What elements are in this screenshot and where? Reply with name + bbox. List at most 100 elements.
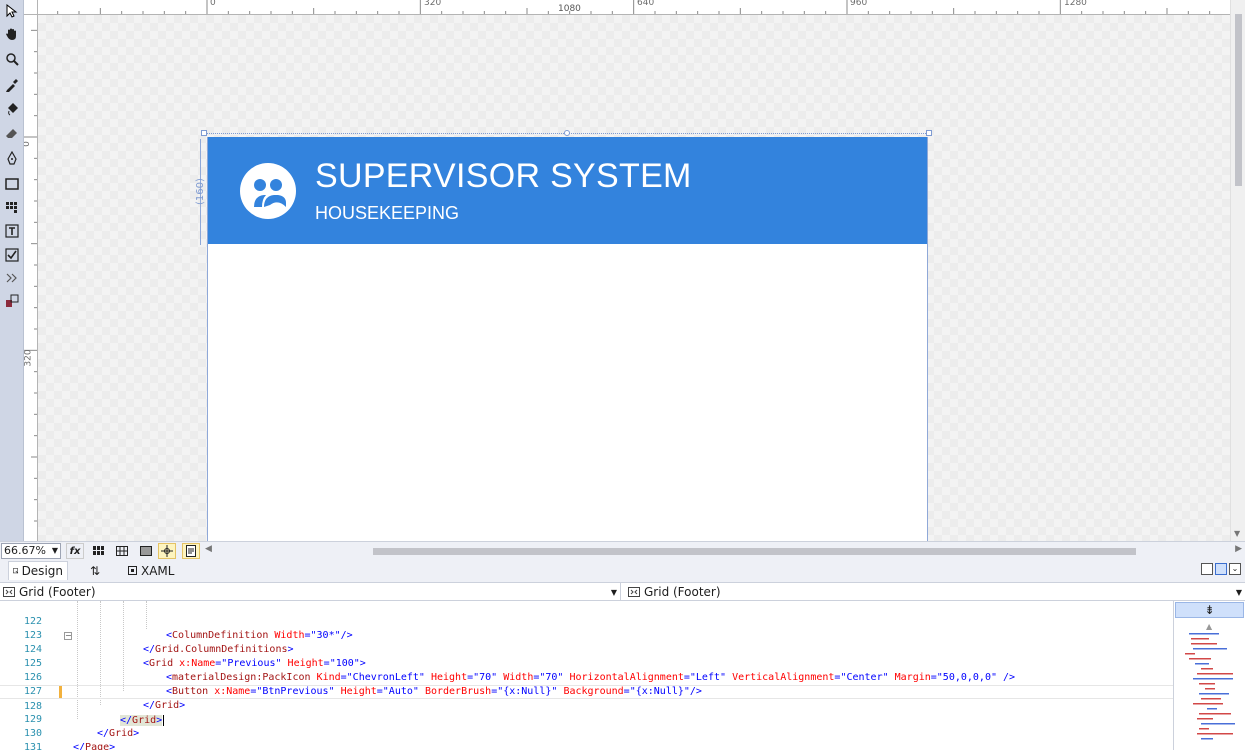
ruler-top: 0 320 640 960 1280 1080 [38, 0, 1230, 15]
minimap-line [1197, 673, 1233, 675]
minimap-line [1199, 693, 1229, 695]
eyedropper-icon[interactable] [2, 75, 22, 95]
tab-design[interactable]: Design [8, 561, 68, 580]
code-line[interactable]: 129 </Grid> [0, 699, 1173, 739]
minimap-line [1199, 683, 1215, 685]
header-bar[interactable]: SUPERVISOR SYSTEM HOUSEKEEPING [208, 137, 927, 244]
zoom-value: 66.67% [4, 544, 46, 557]
ruler-left-mark-320: 320 [24, 349, 34, 367]
pen-tool-icon[interactable] [2, 148, 22, 168]
minimap-split-icon[interactable]: ⇟ [1175, 602, 1244, 618]
code-minimap[interactable]: ⇟ ▲ [1173, 601, 1245, 750]
canvas-vertical-scrollbar[interactable]: ▼ [1230, 0, 1245, 541]
code-line[interactable]: 127 </Grid> [0, 671, 1173, 711]
swap-icon: ⇅ [90, 563, 101, 578]
tab-xaml[interactable]: XAML [124, 561, 178, 580]
tab-xaml-label: XAML [141, 563, 175, 578]
right-element-selector[interactable]: Grid (Footer) ▼ [628, 583, 1245, 601]
horizontal-split-icon[interactable] [1215, 563, 1227, 575]
zoom-dropdown-icon[interactable]: ▼ [52, 544, 58, 558]
ruler-left-mark-0: 0 [24, 141, 32, 147]
toolbox [0, 0, 24, 541]
code-line[interactable]: 124 <Grid x:Name="Previous" Height="100"… [0, 629, 1173, 669]
scroll-right-arrow-icon[interactable]: ▶ [1235, 544, 1242, 554]
minimap-line [1193, 678, 1233, 680]
left-element-selector[interactable]: Grid (Footer) ▼ [3, 583, 621, 601]
supervisor-logo-icon [240, 163, 296, 219]
more-tools-icon[interactable] [2, 268, 22, 288]
minimap-line [1189, 658, 1211, 660]
minimap-line [1191, 643, 1217, 645]
effects-fx-button[interactable]: fx [66, 543, 84, 559]
minimap-line [1185, 653, 1195, 655]
minimap-line [1201, 738, 1213, 740]
minimap-up-arrow-icon[interactable]: ▲ [1206, 622, 1212, 631]
minimap-line [1199, 713, 1231, 715]
resize-handle-top-left[interactable] [201, 130, 207, 136]
project-code-button[interactable] [182, 543, 200, 559]
checkbox-tool-icon[interactable] [2, 245, 22, 265]
zoom-tool-icon[interactable] [2, 49, 22, 69]
selection-tool-icon[interactable] [2, 1, 22, 21]
code-line[interactable]: 122 <ColumnDefinition Width="30*"/> [0, 601, 1173, 641]
minimap-preview [1185, 633, 1235, 740]
pan-hand-icon[interactable] [2, 24, 22, 44]
minimap-line [1189, 633, 1219, 635]
minimap-line [1207, 708, 1217, 710]
minimap-line [1193, 648, 1227, 650]
xaml-code-editor[interactable]: − 122 <ColumnDefinition Width="30*"/> 12… [0, 601, 1173, 750]
show-grid-button[interactable] [90, 543, 108, 559]
minimap-line [1197, 718, 1213, 720]
code-line[interactable]: 131 [0, 727, 1173, 750]
code-line[interactable]: 125 <materialDesign:PackIcon Kind="Chevr… [0, 643, 1173, 683]
snap-gridlines-button[interactable] [113, 543, 131, 559]
vertical-scroll-thumb[interactable] [1235, 14, 1242, 186]
minimap-line [1199, 728, 1209, 730]
canvas-horizontal-scrollbar[interactable]: ◀ ▶ [205, 544, 1242, 558]
grid-element-icon-2 [628, 587, 640, 597]
minimap-line [1201, 698, 1221, 700]
eraser-icon[interactable] [2, 123, 22, 143]
code-line-current[interactable]: 128 </Grid> [0, 685, 1173, 726]
height-dimension-label: (160) [195, 178, 206, 205]
horizontal-scroll-thumb[interactable] [373, 548, 1136, 555]
artboard-background-button[interactable] [137, 543, 155, 559]
paint-bucket-icon[interactable] [2, 99, 22, 119]
code-line[interactable]: 123 </Grid.ColumnDefinitions> [0, 615, 1173, 655]
grid-element-icon [3, 587, 15, 597]
text-tool-icon[interactable] [2, 221, 22, 241]
app-subtitle: HOUSEKEEPING [315, 203, 460, 223]
code-line[interactable]: 126 <Button x:Name="BtnPrevious" Height=… [0, 657, 1173, 697]
ruler-mark-1280: 1280 [1064, 0, 1087, 8]
right-selector-label: Grid (Footer) [644, 585, 721, 599]
right-selector-dropdown-icon[interactable]: ▼ [1236, 588, 1242, 597]
assets-tool-icon[interactable] [2, 291, 22, 311]
minimap-line [1205, 688, 1215, 690]
vertical-split-icon[interactable] [1201, 563, 1213, 575]
scroll-left-arrow-icon[interactable]: ◀ [205, 544, 212, 554]
design-canvas[interactable]: (160) SUPERVISOR SYSTEM HOUSEKEEPING [38, 15, 1230, 541]
rectangle-tool-icon[interactable] [2, 174, 22, 194]
collapse-pane-icon[interactable]: ⌄ [1229, 563, 1241, 575]
page-surface[interactable]: SUPERVISOR SYSTEM HOUSEKEEPING [207, 137, 928, 541]
code-line[interactable]: 130 </Page> [0, 713, 1173, 750]
ruler-mark-640: 640 [637, 0, 655, 8]
scroll-down-arrow-icon[interactable]: ▼ [1234, 529, 1240, 538]
view-tabbar: Design ⇅ XAML ⌄ [0, 559, 1245, 582]
ruler-mark-320: 320 [424, 0, 442, 8]
resize-handle-top-right[interactable] [926, 130, 932, 136]
minimap-line [1201, 723, 1235, 725]
element-selectors: Grid (Footer) ▼ Grid (Footer) ▼ [0, 582, 1245, 601]
ruler-left: 0 320 [24, 15, 38, 541]
left-selector-dropdown-icon[interactable]: ▼ [611, 588, 617, 597]
ruler-mark-960: 960 [850, 0, 868, 8]
snap-to-snaplines-button[interactable] [158, 543, 176, 559]
zoom-select[interactable]: 66.67% ▼ [1, 543, 61, 559]
xaml-icon [128, 565, 137, 575]
minimap-line [1195, 663, 1209, 665]
swap-panes-button[interactable]: ⇅ [86, 561, 104, 580]
grid-tool-icon[interactable] [2, 197, 22, 217]
tab-design-label: Design [21, 564, 63, 578]
minimap-line [1191, 638, 1209, 640]
resize-handle-top[interactable] [564, 130, 570, 136]
